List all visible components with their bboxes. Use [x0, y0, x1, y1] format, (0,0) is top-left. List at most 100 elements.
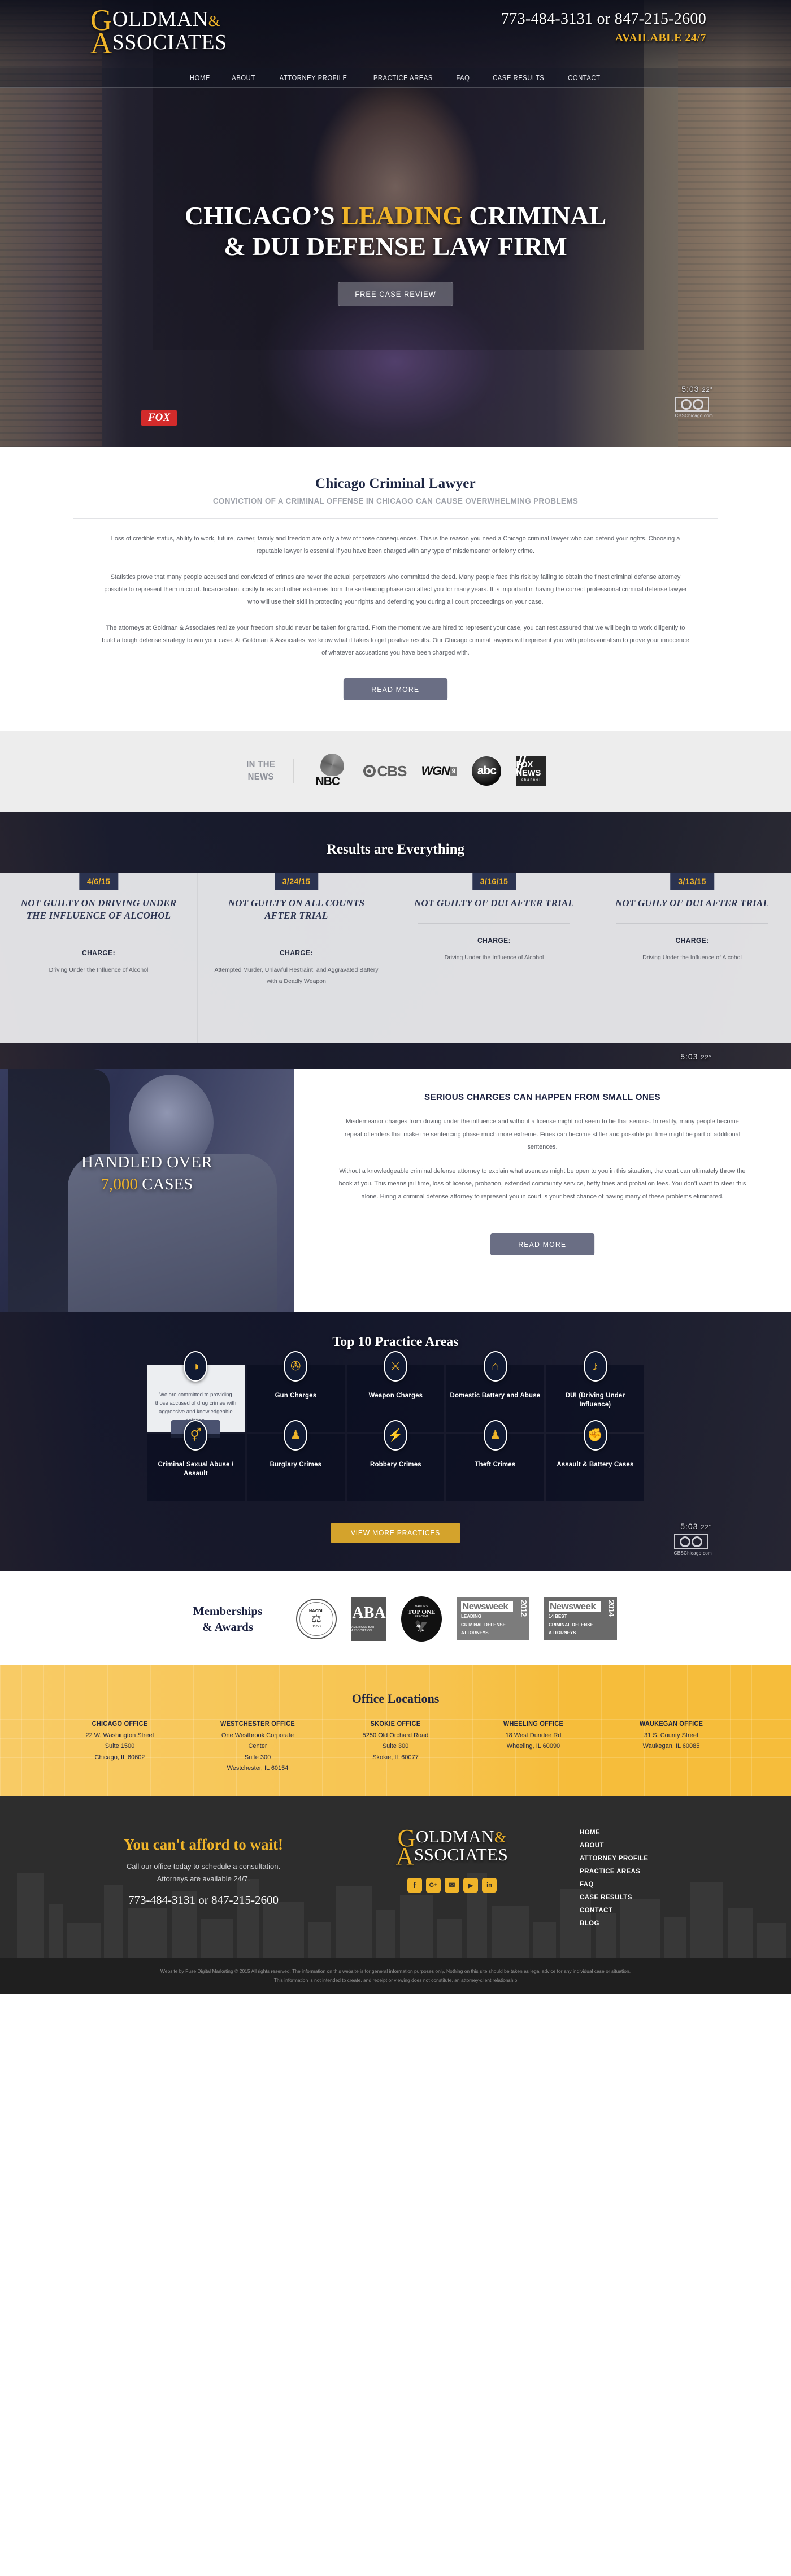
nadc-top-one-percent-badge-icon: NATION’S TOP ONE PERCENT 🦅 [401, 1596, 442, 1642]
social-links: f G+ ✉ ▶ in [345, 1878, 559, 1893]
nav-item-practice-areas[interactable]: PRACTICE AREAS [373, 74, 433, 82]
result-charge-label: CHARGE: [279, 949, 314, 958]
hero-headline-highlight: LEADING [341, 201, 463, 230]
footer-logo-ampersand: & [494, 1829, 507, 1846]
results-section: Results are Everything 4/6/15 NOT GUILTY… [0, 812, 791, 1069]
office-address-line: Suite 300 [244, 1754, 271, 1761]
footer-logo[interactable]: GOLDMAN& ASSOCIATES [345, 1826, 559, 1869]
gender-symbols-icon-glyph: ⚥ [190, 1428, 202, 1442]
house-icon-glyph: ⌂ [492, 1359, 499, 1373]
fist-icon: ✊ [583, 1420, 607, 1451]
footer-nav-faq[interactable]: FAQ [580, 1881, 729, 1888]
serious-charges-panel: SERIOUS CHARGES CAN HAPPEN FROM SMALL ON… [294, 1069, 791, 1312]
memberships-title-line2: & Awards [202, 1620, 254, 1634]
office-skokie[interactable]: SKOKIE OFFICE 5250 Old Orchard Road Suit… [327, 1721, 464, 1774]
header-phone[interactable]: 773-484-3131 or 847-215-2600 [501, 10, 706, 28]
footer-brand-block: GOLDMAN& ASSOCIATES f G+ ✉ ▶ in [345, 1826, 559, 1893]
bottle-glass-icon: ♪ [583, 1351, 607, 1382]
nbc-logo-text: NBC [315, 775, 340, 788]
result-divider [418, 923, 570, 924]
footer-nav-about[interactable]: ABOUT [580, 1842, 729, 1849]
practice-card-label: Robbery Crimes [370, 1460, 421, 1468]
facebook-icon[interactable]: f [407, 1878, 422, 1893]
office-name: CHICAGO OFFICE [92, 1721, 148, 1728]
newsweek-2012-badge-icon: Newsweek LEADING CRIMINAL DEFENSE ATTORN… [457, 1597, 529, 1640]
practice-card-burglary[interactable]: ♟ Burglary Crimes [246, 1420, 345, 1501]
site-logo[interactable]: GOLDMAN& ASSOCIATES [90, 6, 227, 59]
office-name: SKOKIE OFFICE [370, 1721, 421, 1728]
office-address: 22 W. Washington Street Suite 1500 Chica… [56, 1730, 183, 1763]
office-address: 31 S. County Street Waukegan, IL 60085 [608, 1730, 734, 1752]
fist-icon-glyph: ✊ [587, 1428, 603, 1442]
office-address-line: Suite 1500 [105, 1743, 135, 1750]
footer-phone[interactable]: 773-484-3131 or 847-215-2600 [62, 1893, 345, 1907]
intro-read-more-button[interactable]: READ MORE [344, 678, 447, 700]
twitter-icon[interactable]: ✉ [445, 1878, 459, 1893]
results-grid: 4/6/15 NOT GUILTY ON DRIVING UNDER THE I… [0, 873, 791, 1043]
serious-charges-paragraph-1: Misdemeanor charges from driving under t… [344, 1118, 741, 1151]
footer-nav-blog[interactable]: BLOG [580, 1920, 729, 1927]
footer-nav-attorney-profile[interactable]: ATTORNEY PROFILE [580, 1855, 729, 1862]
running-burglar-icon-glyph: ♟ [290, 1428, 302, 1442]
office-chicago[interactable]: CHICAGO OFFICE 22 W. Washington Street S… [51, 1721, 189, 1774]
newsweek-2012-line2: CRIMINAL DEFENSE [461, 1622, 506, 1627]
news-clock-readout: 5:03 22° [675, 384, 713, 393]
pill-icon: ◑ [184, 1351, 208, 1382]
news-time: 5:03 [681, 384, 699, 393]
result-card[interactable]: 3/13/15 NOT GUILY OF DUI AFTER TRIAL CHA… [593, 873, 791, 1043]
nav-item-contact[interactable]: CONTACT [568, 74, 600, 82]
copyright-line-1: Website by Fuse Digital Marketing © 2015… [160, 1968, 631, 1974]
footer-text: Call our office today to schedule a cons… [62, 1860, 345, 1885]
nav-item-faq[interactable]: FAQ [456, 74, 470, 82]
footer-logo-goldman-text: OLDMAN [415, 1826, 494, 1846]
youtube-icon[interactable]: ▶ [463, 1878, 478, 1893]
free-case-review-button[interactable]: FREE CASE REVIEW [337, 281, 454, 306]
office-address-line: One Westbrook Corporate [221, 1732, 294, 1739]
aba-subtitle: AMERICAN BAR ASSOCIATION [351, 1626, 375, 1633]
footer-logo-a: A [395, 1842, 414, 1870]
nadc-mid3: PERCENT [415, 1615, 428, 1619]
footer-nav-practice-areas[interactable]: PRACTICE AREAS [580, 1868, 729, 1875]
cbs-eye-icon [673, 1534, 708, 1549]
practice-areas-grid: ◑ Drug Crimes We are committed to provid… [147, 1351, 644, 1501]
logo-ampersand: & [208, 12, 221, 29]
practice-card-label: Burglary Crimes [270, 1460, 321, 1468]
google-plus-icon[interactable]: G+ [426, 1878, 441, 1893]
main-navigation: HOME ABOUT ATTORNEY PROFILE PRACTICE ARE… [0, 68, 791, 88]
office-wheeling[interactable]: WHEELING OFFICE 18 West Dundee Rd Wheeli… [464, 1721, 602, 1774]
linkedin-icon[interactable]: in [482, 1878, 497, 1893]
result-charge-label: CHARGE: [477, 936, 511, 945]
result-card[interactable]: 4/6/15 NOT GUILTY ON DRIVING UNDER THE I… [0, 873, 198, 1043]
news-logo-row: NBC CBS WGN 9 abc FOX NEWS channel [316, 754, 547, 789]
footer-nav-home[interactable]: HOME [580, 1829, 729, 1836]
serious-charges-read-more-button[interactable]: READ MORE [490, 1233, 594, 1256]
footer-nav-contact[interactable]: CONTACT [580, 1907, 729, 1914]
pill-icon-glyph: ◑ [192, 1359, 200, 1373]
office-address-line: Wheeling, IL 60090 [506, 1743, 560, 1750]
footer-nav-case-results[interactable]: CASE RESULTS [580, 1894, 729, 1901]
newsweek-2014-brand: Newsweek [549, 1601, 601, 1612]
practice-card-assault-battery[interactable]: ✊ Assault & Battery Cases [546, 1420, 644, 1501]
practice-card-robbery[interactable]: ⚡ Robbery Crimes [346, 1420, 445, 1501]
office-waukegan[interactable]: WAUKEGAN OFFICE 31 S. County Street Wauk… [602, 1721, 740, 1774]
hero-section: GOLDMAN& ASSOCIATES 773-484-3131 or 847-… [0, 0, 791, 447]
office-westchester[interactable]: WESTCHESTER OFFICE One Westbrook Corpora… [189, 1721, 327, 1774]
nav-item-case-results[interactable]: CASE RESULTS [493, 74, 544, 82]
nav-item-home[interactable]: HOME [190, 74, 210, 82]
office-address-line: Waukegan, IL 60085 [642, 1743, 700, 1750]
practice-card-label: Gun Charges [275, 1391, 317, 1399]
page-subtitle: CONVICTION OF A CRIMINAL OFFENSE IN CHIC… [212, 497, 579, 506]
nav-item-about[interactable]: ABOUT [232, 74, 255, 82]
nav-item-attorney-profile[interactable]: ATTORNEY PROFILE [280, 74, 347, 82]
view-more-practices-button[interactable]: VIEW MORE PRACTICES [331, 1523, 460, 1543]
practice-card-criminal-sexual-abuse[interactable]: ⚥ Criminal Sexual Abuse / Assault [147, 1420, 245, 1501]
result-card[interactable]: 3/16/15 NOT GUILTY OF DUI AFTER TRIAL CH… [395, 873, 593, 1043]
news-caption: CBSChicago.com [675, 413, 713, 418]
practice-card-label: Assault & Battery Cases [557, 1460, 634, 1468]
robbery-icon: ⚡ [383, 1420, 407, 1451]
results-title: Results are Everything [327, 842, 464, 857]
thief-icon: ♟ [483, 1420, 507, 1451]
gender-symbols-icon: ⚥ [184, 1420, 208, 1451]
practice-card-theft[interactable]: ♟ Theft Crimes [446, 1420, 545, 1501]
result-card[interactable]: 3/24/15 NOT GUILTY ON ALL COUNTS AFTER T… [198, 873, 395, 1043]
